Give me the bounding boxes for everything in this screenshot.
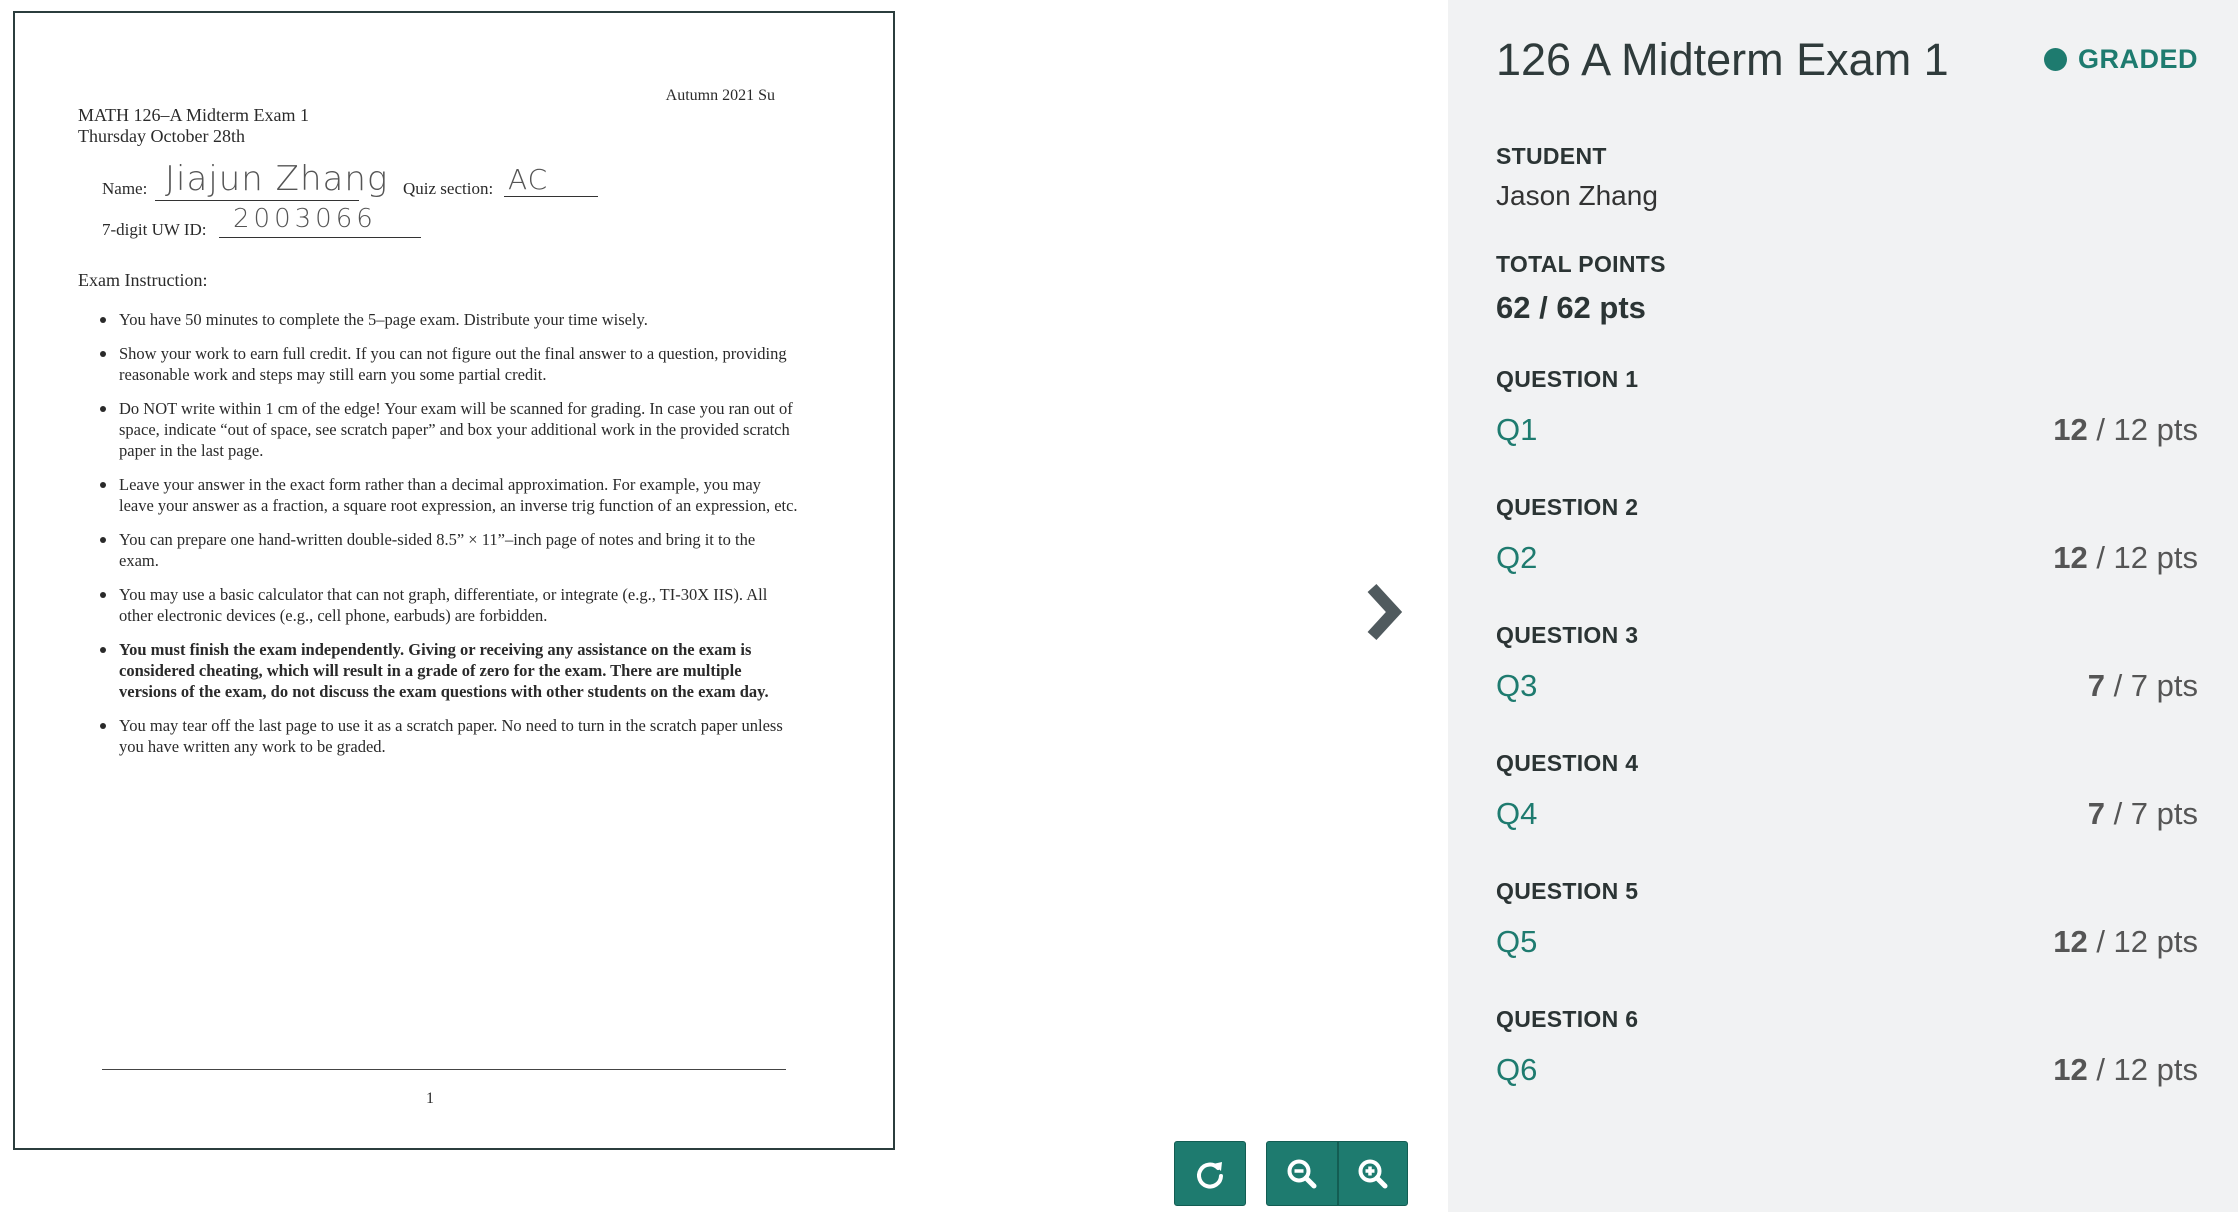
question-score: 7 / 7 pts [2088,796,2198,832]
question-label: QUESTION 5 [1496,878,1639,904]
zoom-in-icon [1358,1159,1388,1188]
question-row: QUESTION 5 Q5 12 / 12 pts [1448,878,2238,1006]
question-label: QUESTION 6 [1496,1006,1639,1032]
instruction-item: You may tear off the last page to use it… [98,715,798,757]
quiz-section-underline [504,196,598,197]
question-earned-points: 12 [2053,540,2088,575]
zoom-out-icon [1287,1159,1317,1188]
question-row: QUESTION 3 Q3 7 / 7 pts [1448,622,2238,750]
rotate-button[interactable] [1174,1141,1246,1206]
uwid-label: 7-digit UW ID: [102,220,207,239]
question-max-points: / 12 pts [2087,540,2198,575]
instruction-item: Leave your answer in the exact form rath… [98,474,798,516]
quiz-section-label: Quiz section: [403,179,494,198]
question-max-points: / 7 pts [2104,668,2198,703]
uwid-underline [219,237,421,238]
question-row: QUESTION 6 Q6 12 / 12 pts [1448,1006,2238,1134]
question-label: QUESTION 4 [1496,750,1639,776]
student-name: Jason Zhang [1496,180,1658,211]
page-number: 1 [426,1090,434,1107]
next-page-button[interactable] [1358,580,1408,644]
question-score: 12 / 12 pts [2053,412,2198,448]
status-text: GRADED [2077,44,2198,74]
question-score: 12 / 12 pts [2053,924,2198,960]
question-link[interactable]: Q2 [1496,540,1537,576]
exam-date: Thursday October 28th [78,126,245,146]
question-max-points: / 12 pts [2087,1052,2198,1087]
zoom-out-button[interactable] [1266,1141,1338,1206]
student-label: STUDENT [1496,143,1607,169]
question-earned-points: 12 [2053,924,2088,959]
status-dot-icon [2043,48,2067,71]
question-label: QUESTION 3 [1496,622,1639,648]
question-row: QUESTION 4 Q4 7 / 7 pts [1448,750,2238,878]
zoom-in-button[interactable] [1338,1141,1408,1206]
scanned-exam-page: Autumn 2021 Su MATH 126–A Midterm Exam 1… [13,11,895,1150]
question-max-points: / 12 pts [2087,924,2198,959]
instructions-list: You have 50 minutes to complete the 5–pa… [98,309,798,770]
handwritten-quiz-section: AC [508,163,549,196]
question-max-points: / 7 pts [2104,796,2198,831]
instruction-item: You may use a basic calculator that can … [98,584,798,626]
name-field-label: Name: [102,179,148,198]
question-label: QUESTION 1 [1496,366,1639,392]
chevron-right-icon [1367,583,1403,641]
question-score: 12 / 12 pts [2053,540,2198,576]
exam-course-title: MATH 126–A Midterm Exam 1 [78,105,309,125]
status-badge: GRADED [2043,44,2198,75]
question-link[interactable]: Q1 [1496,412,1537,448]
question-earned-points: 7 [2087,668,2105,703]
question-label: QUESTION 2 [1496,494,1639,520]
submission-viewer: Autumn 2021 Su MATH 126–A Midterm Exam 1… [0,0,1448,1212]
question-link[interactable]: Q6 [1496,1052,1537,1088]
instruction-item: You can prepare one hand-written double-… [98,529,798,571]
question-row: QUESTION 2 Q2 12 / 12 pts [1448,494,2238,622]
question-max-points: / 12 pts [2087,412,2198,447]
instruction-item: Show your work to earn full credit. If y… [98,343,798,385]
question-link[interactable]: Q4 [1496,796,1537,832]
question-link[interactable]: Q3 [1496,668,1537,704]
instructions-heading: Exam Instruction: [78,270,208,290]
total-points-value: 62 / 62 pts [1496,290,1646,325]
instruction-item: Do NOT write within 1 cm of the edge! Yo… [98,398,798,461]
handwritten-uwid: 2003066 [233,204,377,234]
question-score: 12 / 12 pts [2053,1052,2198,1088]
question-earned-points: 12 [2053,1052,2088,1087]
question-earned-points: 7 [2087,796,2105,831]
grading-summary-panel: 126 A Midterm Exam 1 GRADED STUDENT Jaso… [1448,0,2238,1212]
question-score: 7 / 7 pts [2088,668,2198,704]
name-underline [155,200,359,201]
instruction-item: You must finish the exam independently. … [98,639,798,702]
question-row: QUESTION 1 Q1 12 / 12 pts [1448,366,2238,494]
question-link[interactable]: Q5 [1496,924,1537,960]
assignment-title: 126 A Midterm Exam 1 [1496,34,1949,85]
rotate-icon [1197,1161,1223,1189]
instruction-item: You have 50 minutes to complete the 5–pa… [98,309,798,330]
handwritten-name: Jiajun Zhang [165,159,389,199]
question-earned-points: 12 [2053,412,2088,447]
exam-term: Autumn 2021 Su [665,87,775,104]
footer-rule [102,1069,786,1070]
total-points-label: TOTAL POINTS [1496,251,1666,277]
